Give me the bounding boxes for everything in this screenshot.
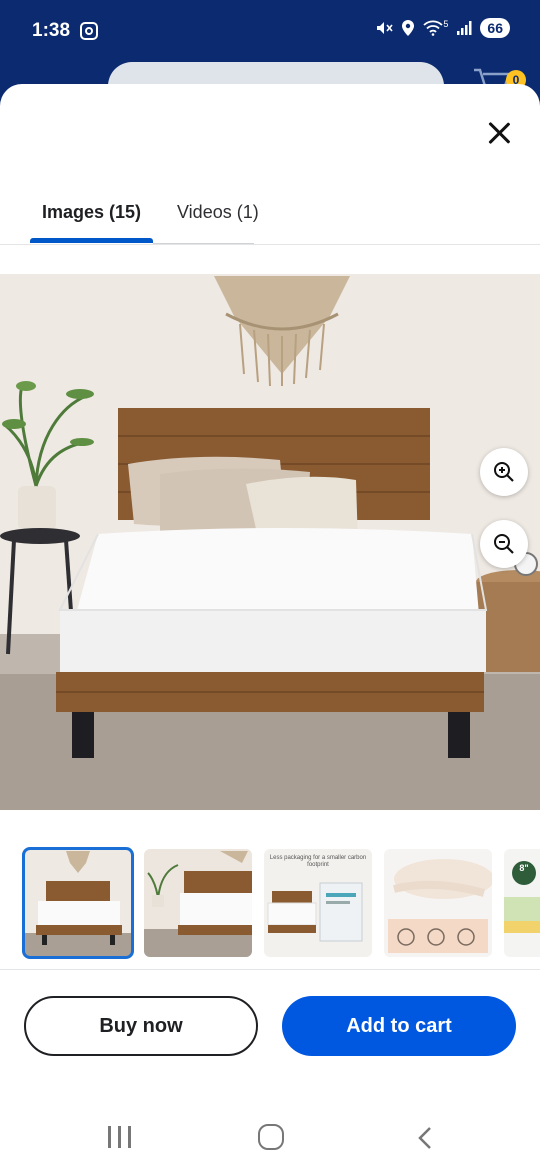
- thumbnail-5[interactable]: 8": [504, 849, 540, 957]
- network-type: 5: [443, 19, 449, 29]
- status-icons: 5 66: [375, 18, 510, 38]
- main-product-image[interactable]: [0, 274, 540, 810]
- actions-divider: [0, 969, 540, 970]
- home-nav-button[interactable]: [258, 1124, 284, 1150]
- bed-photo: [0, 274, 540, 810]
- location-icon: [402, 20, 415, 36]
- zoom-out-icon: [494, 534, 514, 554]
- thumbnail-1[interactable]: [22, 847, 134, 959]
- system-nav-bar: [0, 1106, 540, 1170]
- thumbnail-size-label: 8": [519, 863, 529, 873]
- status-time: 1:38: [32, 20, 71, 41]
- back-nav-icon[interactable]: [414, 1126, 438, 1150]
- thumbnail-caption: Less packaging for a smaller carbon foot…: [269, 855, 367, 868]
- media-viewer-sheet: Images (15) Videos (1) Less packaging fo…: [0, 84, 540, 1170]
- zoom-out-button[interactable]: [480, 520, 528, 568]
- buy-now-button[interactable]: Buy now: [24, 996, 258, 1056]
- tab-divider-segment: [153, 243, 254, 244]
- thumbnail-2[interactable]: [144, 849, 252, 957]
- mute-icon: [377, 22, 394, 34]
- tab-videos[interactable]: Videos (1): [177, 202, 259, 223]
- signal-icon: [457, 21, 472, 35]
- zoom-in-icon: [494, 462, 514, 482]
- active-tab-indicator: [30, 238, 153, 243]
- wifi-icon: [423, 20, 444, 36]
- thumbnail-4[interactable]: [384, 849, 492, 957]
- add-to-cart-button[interactable]: Add to cart: [282, 996, 516, 1056]
- zoom-in-button[interactable]: [480, 448, 528, 496]
- instagram-icon: [80, 22, 98, 40]
- status-bar: 1:38 5 66: [0, 0, 540, 64]
- tab-divider: [0, 244, 540, 245]
- battery-indicator: 66: [480, 18, 510, 38]
- close-button[interactable]: [484, 118, 514, 148]
- thumbnail-strip: Less packaging for a smaller carbon foot…: [22, 847, 540, 959]
- thumbnail-3[interactable]: Less packaging for a smaller carbon foot…: [264, 849, 372, 957]
- tab-images[interactable]: Images (15): [42, 202, 141, 223]
- recents-nav-button[interactable]: [108, 1126, 132, 1148]
